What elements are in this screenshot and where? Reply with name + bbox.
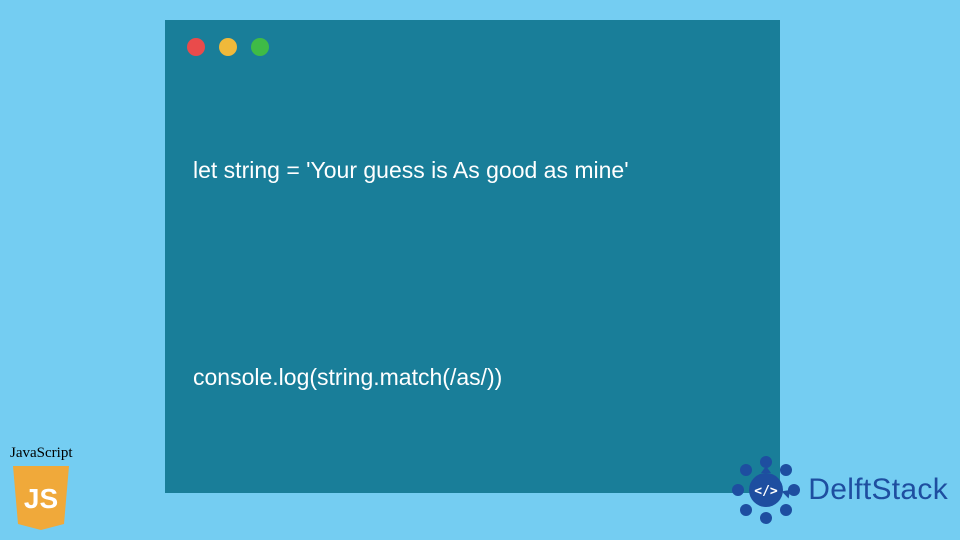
svg-text:</>: </> [755, 484, 779, 499]
code-block: let string = 'Your guess is As good as m… [165, 84, 780, 463]
traffic-lights [165, 38, 780, 56]
javascript-label: JavaScript [10, 445, 72, 462]
javascript-badge: JavaScript JS [10, 445, 72, 532]
code-line: console.log(string.match(/as/)) [193, 360, 780, 395]
delftstack-text: DelftStack [808, 473, 948, 507]
close-icon [187, 38, 205, 56]
svg-text:JS: JS [24, 483, 58, 514]
javascript-shield-icon: JS [10, 464, 72, 532]
delftstack-brand: </> DelftStack [730, 454, 948, 526]
delftstack-logo-icon: </> [730, 454, 802, 526]
minimize-icon [219, 38, 237, 56]
code-window: let string = 'Your guess is As good as m… [165, 20, 780, 493]
maximize-icon [251, 38, 269, 56]
code-line [193, 257, 780, 291]
code-line: let string = 'Your guess is As good as m… [193, 153, 780, 188]
